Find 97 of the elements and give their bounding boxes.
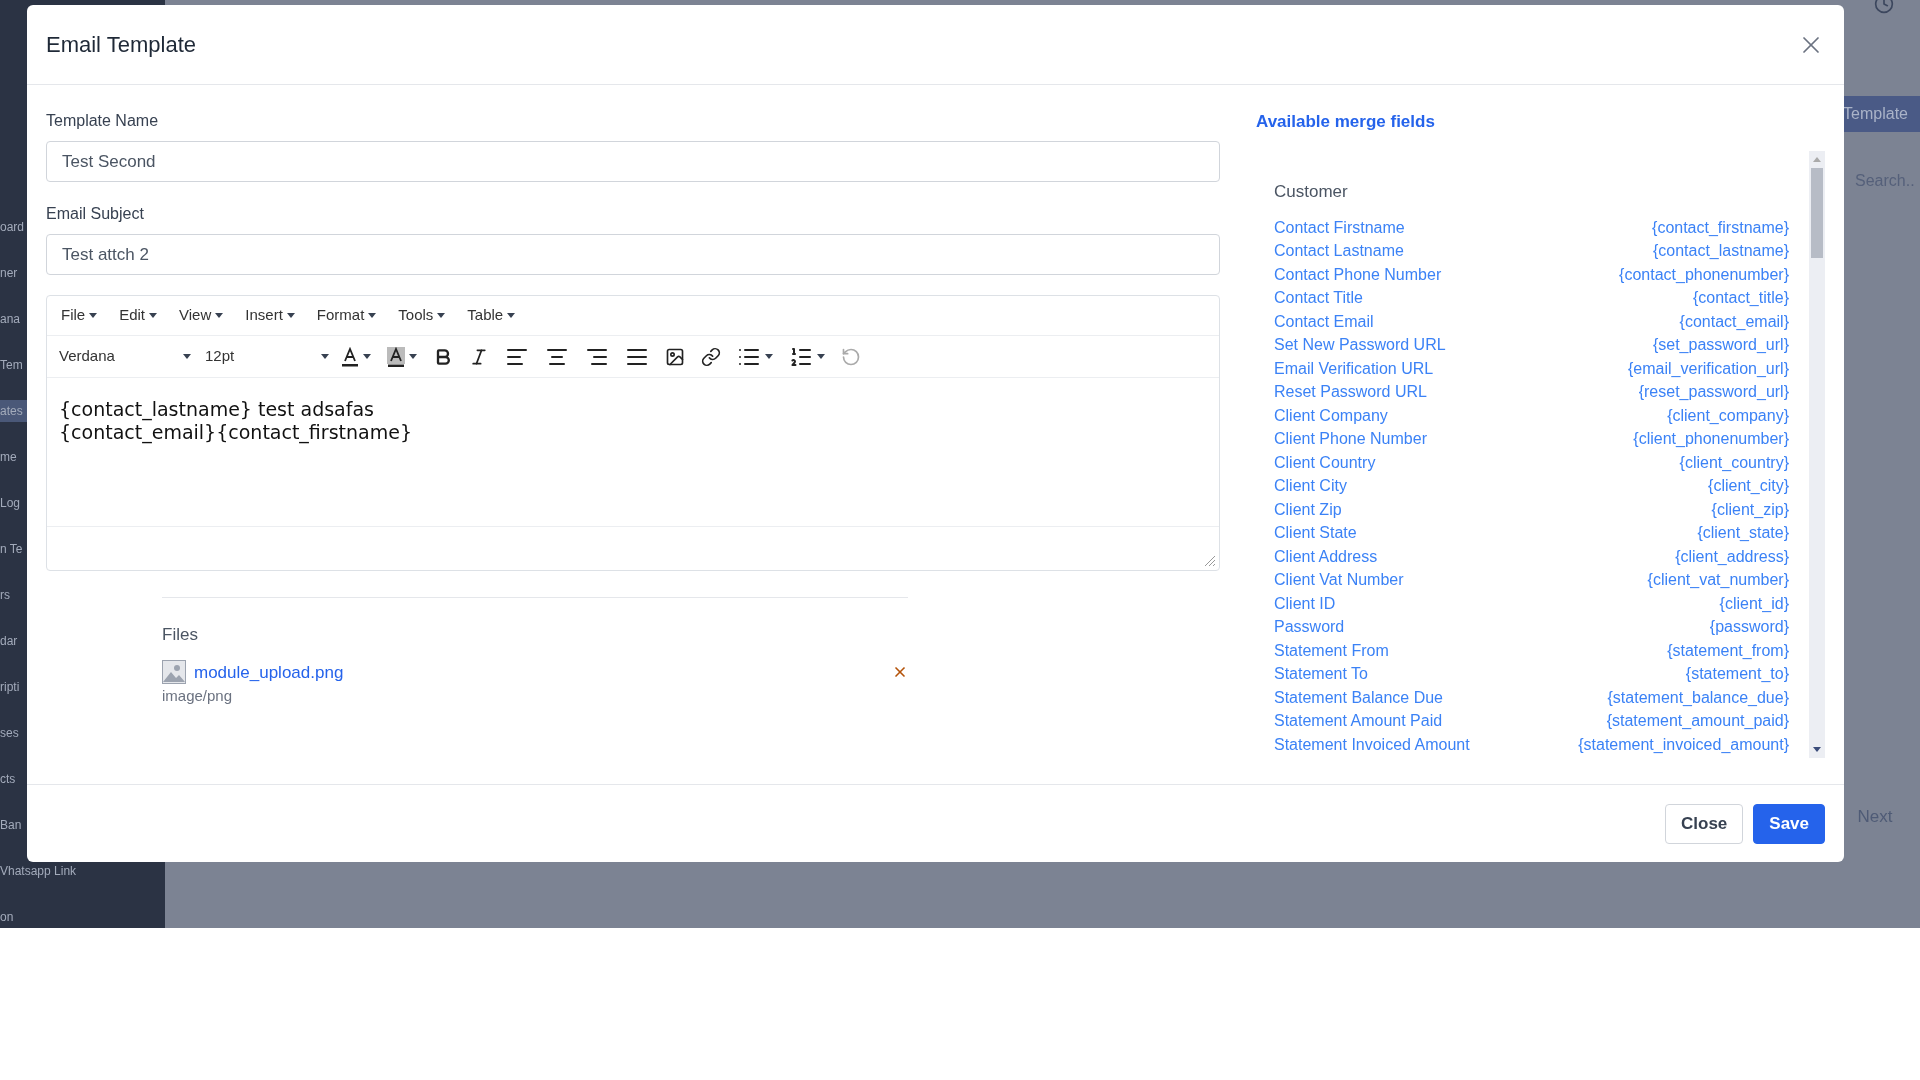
caret-icon <box>437 313 446 318</box>
merge-field-label: Statement Invoiced Amount <box>1274 734 1470 755</box>
merge-field-label: Reset Password URL <box>1274 382 1427 403</box>
merge-field-tag[interactable]: {client_zip} <box>1711 497 1789 522</box>
merge-field-tag[interactable]: {client_address} <box>1675 544 1789 569</box>
caret-icon <box>507 313 516 318</box>
resize-handle-icon[interactable] <box>1205 556 1215 566</box>
menu-item[interactable]: Insert <box>241 304 299 327</box>
merge-field-tag[interactable]: {contact_phonenumber} <box>1619 262 1789 287</box>
merge-field-tag[interactable]: {client_city} <box>1708 474 1789 499</box>
merge-field-tag[interactable]: {password} <box>1709 615 1789 640</box>
menu-item[interactable]: Edit <box>115 304 162 327</box>
image-file-icon <box>162 660 186 685</box>
field-label: Template Name <box>46 111 160 131</box>
font-family-select[interactable]: Verdana <box>57 345 193 368</box>
merge-field-label: Contact Email <box>1274 311 1374 332</box>
highlight-icon <box>387 346 405 367</box>
merge-field-label: Password <box>1274 617 1345 638</box>
merge-field-label: Client Vat Number <box>1274 570 1404 591</box>
merge-field-tag[interactable]: {contact_title} <box>1692 286 1789 311</box>
file-type: image/png <box>162 686 234 706</box>
merge-field-label: Client Zip <box>1274 499 1342 520</box>
merge-field-label: Contact Title <box>1274 288 1363 309</box>
clock-icon <box>1874 0 1894 14</box>
text-color-icon <box>341 346 359 367</box>
merge-field-tag[interactable]: {client_state} <box>1697 521 1789 546</box>
merge-field-tag[interactable]: {statement_invoiced_amount} <box>1578 732 1789 757</box>
menu-item[interactable]: File <box>57 304 102 327</box>
file-link[interactable]: module_upload.png <box>194 659 344 685</box>
caret-icon <box>89 313 98 318</box>
caret-icon <box>765 354 773 359</box>
editor-content[interactable]: {contact_lastname} test adsafas {contact_email}{contact_firstname} <box>47 378 1219 526</box>
caret-icon <box>817 354 825 359</box>
scrollbar[interactable] <box>1809 150 1825 758</box>
caret-icon <box>321 354 329 359</box>
files-heading: Files <box>162 624 199 646</box>
merge-field-label: Client Address <box>1274 546 1378 567</box>
merge-field-label: Statement Amount Paid <box>1274 711 1443 732</box>
sidebar-item[interactable]: Vhatsapp Link <box>0 860 165 882</box>
history-icon <box>841 346 861 367</box>
merge-field-label: Client ID <box>1274 593 1336 614</box>
scroll-down-icon[interactable] <box>1813 746 1821 752</box>
merge-field-tag[interactable]: {client_phonenumber} <box>1633 427 1789 452</box>
merge-field-tag[interactable]: {contact_lastname} <box>1652 239 1789 264</box>
field-label: Email Subject <box>46 204 145 224</box>
merge-field-tag[interactable]: {client_vat_number} <box>1647 568 1789 593</box>
merge-field-label: Statement Balance Due <box>1274 687 1443 708</box>
merge-field-tag[interactable]: {client_company} <box>1667 403 1789 428</box>
dialog-title: Email Template <box>46 31 196 59</box>
merge-field-label: Client Phone Number <box>1274 429 1427 450</box>
merge-field-label: Client Company <box>1274 405 1388 426</box>
menu-item[interactable]: Format <box>312 304 381 327</box>
sidebar-item[interactable]: on <box>0 906 165 928</box>
merge-field-label: Set New Password URL <box>1274 335 1446 356</box>
merge-field-tag[interactable]: {contact_firstname} <box>1652 215 1789 240</box>
caret-icon <box>215 313 224 318</box>
menu-item[interactable]: Table <box>463 304 520 327</box>
merge-fields-title[interactable]: Available merge fields <box>1256 109 1825 135</box>
merge-field-tag[interactable]: {statement_balance_due} <box>1607 685 1789 710</box>
merge-field-label: Statement From <box>1274 640 1389 661</box>
italic-icon <box>469 346 489 367</box>
merge-field-tag[interactable]: {statement_to} <box>1685 662 1789 687</box>
editor-text-line: {contact_email}{contact_firstname} <box>59 421 413 444</box>
image-icon <box>665 346 685 367</box>
caret-icon <box>149 313 158 318</box>
merge-field-tag[interactable]: {set_password_url} <box>1652 333 1789 358</box>
merge-field-label: Statement To <box>1274 664 1368 685</box>
merge-field-tag[interactable]: {email_verification_url} <box>1628 356 1789 381</box>
merge-field-tag[interactable]: {statement_from} <box>1667 638 1789 663</box>
merge-field-tag[interactable]: {client_id} <box>1719 591 1789 616</box>
merge-field-tag[interactable]: {reset_password_url} <box>1638 380 1789 405</box>
merge-group-heading: Customer <box>1274 180 1349 203</box>
merge-field-label: Client State <box>1274 523 1357 544</box>
caret-icon <box>183 354 191 359</box>
merge-field-label: Client City <box>1274 476 1347 497</box>
caret-icon <box>363 354 371 359</box>
font-size-select[interactable]: 12pt <box>205 345 329 368</box>
merge-field-label: Contact Phone Number <box>1274 264 1442 285</box>
caret-icon <box>368 313 377 318</box>
merge-field-label: Contact Lastname <box>1274 241 1404 262</box>
merge-field-tag[interactable]: {client_country} <box>1679 450 1789 475</box>
link-icon <box>701 346 721 367</box>
close-button[interactable]: Close <box>1665 803 1744 844</box>
menu-item[interactable]: Tools <box>394 304 450 327</box>
scrollbar-thumb[interactable] <box>1811 167 1823 258</box>
merge-field-label: Client Country <box>1274 452 1376 473</box>
merge-field-tag[interactable]: {contact_email} <box>1679 309 1789 334</box>
menu-item[interactable]: View <box>175 304 228 327</box>
merge-field-label: Email Verification URL <box>1274 358 1434 379</box>
caret-icon <box>409 354 417 359</box>
editor-text-line: {contact_lastname} test adsafas <box>59 398 375 421</box>
text-field[interactable]: Test Second <box>46 141 1220 182</box>
text-field[interactable]: Test attch 2 <box>46 234 1220 275</box>
caret-icon <box>286 313 295 318</box>
merge-field-label: Contact Firstname <box>1274 217 1405 238</box>
merge-field-tag[interactable]: {statement_amount_paid} <box>1606 709 1789 734</box>
save-button[interactable]: Save <box>1753 803 1825 844</box>
